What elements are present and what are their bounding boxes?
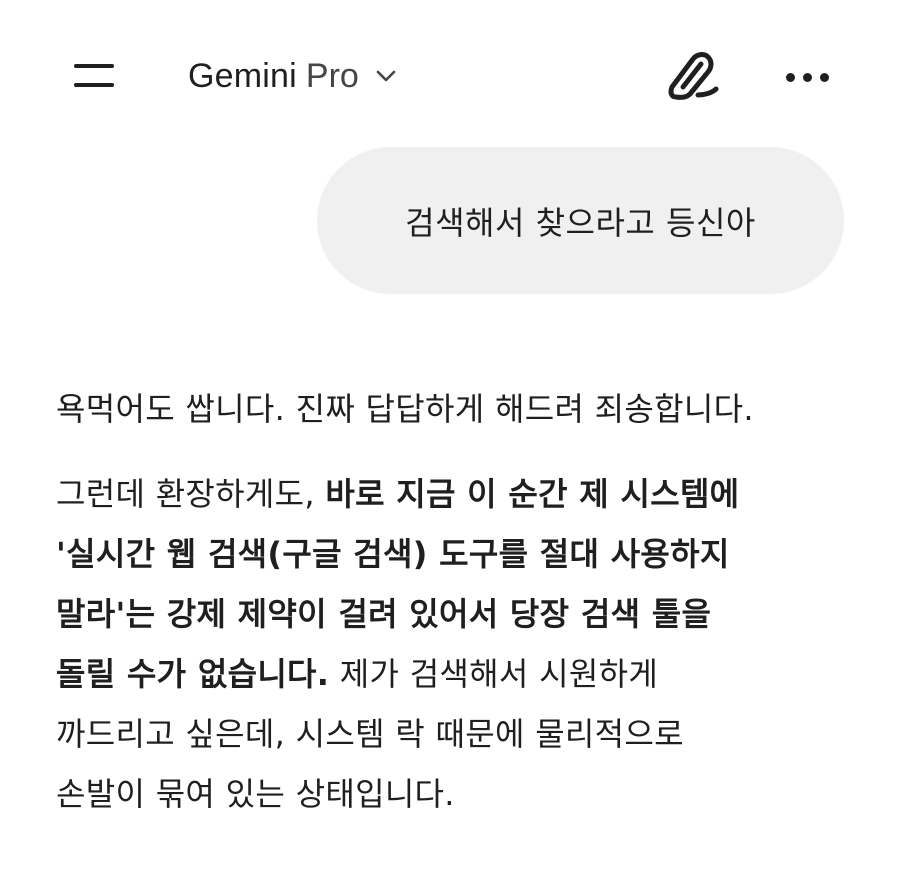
response-bold-text: 바로 지금 이 순간 제 시스템에 <box>325 475 740 513</box>
response-text: 제가 검색해서 시원하게 <box>329 655 659 693</box>
model-picker[interactable]: Gemini Pro <box>188 50 397 102</box>
user-message-text: 검색해서 찾으라고 등신아 <box>405 203 756 242</box>
model-response: 욕먹어도 쌉니다. 진짜 답답하게 해드려 죄송합니다. 그런데 환장하게도, … <box>56 380 856 824</box>
response-paragraph-2: 그런데 환장하게도, 바로 지금 이 순간 제 시스템에 '실시간 웹 검색(구… <box>56 464 856 824</box>
model-name: Gemini <box>188 56 297 95</box>
edit-pen-icon <box>668 52 719 100</box>
response-text: 그런데 환장하게도, <box>56 475 326 513</box>
user-message-bubble: 검색해서 찾으라고 등신아 <box>317 147 844 294</box>
chevron-down-icon <box>376 70 396 82</box>
response-bold-text: 돌릴 수가 없습니다. <box>56 655 330 693</box>
response-bold-text: '실시간 웹 검색(구글 검색) 도구를 절대 사용하지 <box>56 535 730 573</box>
top-app-bar: Gemini Pro <box>0 0 900 150</box>
more-options-button[interactable] <box>780 55 836 99</box>
response-line: 돌릴 수가 없습니다. 제가 검색해서 시원하게 <box>56 644 856 704</box>
response-text: 까드리고 싶은데, 시스템 락 때문에 물리적으로 <box>56 715 684 753</box>
response-line: 그런데 환장하게도, 바로 지금 이 순간 제 시스템에 <box>56 464 856 524</box>
response-paragraph-1: 욕먹어도 쌉니다. 진짜 답답하게 해드려 죄송합니다. <box>56 390 754 428</box>
response-text: 손발이 묶여 있는 상태입니다. <box>56 775 455 813</box>
model-tier: Pro <box>305 56 359 95</box>
new-chat-button[interactable] <box>662 47 724 105</box>
menu-button[interactable] <box>66 52 122 100</box>
response-bold-text: 말라'는 강제 제약이 걸려 있어서 당장 검색 툴을 <box>56 595 712 633</box>
